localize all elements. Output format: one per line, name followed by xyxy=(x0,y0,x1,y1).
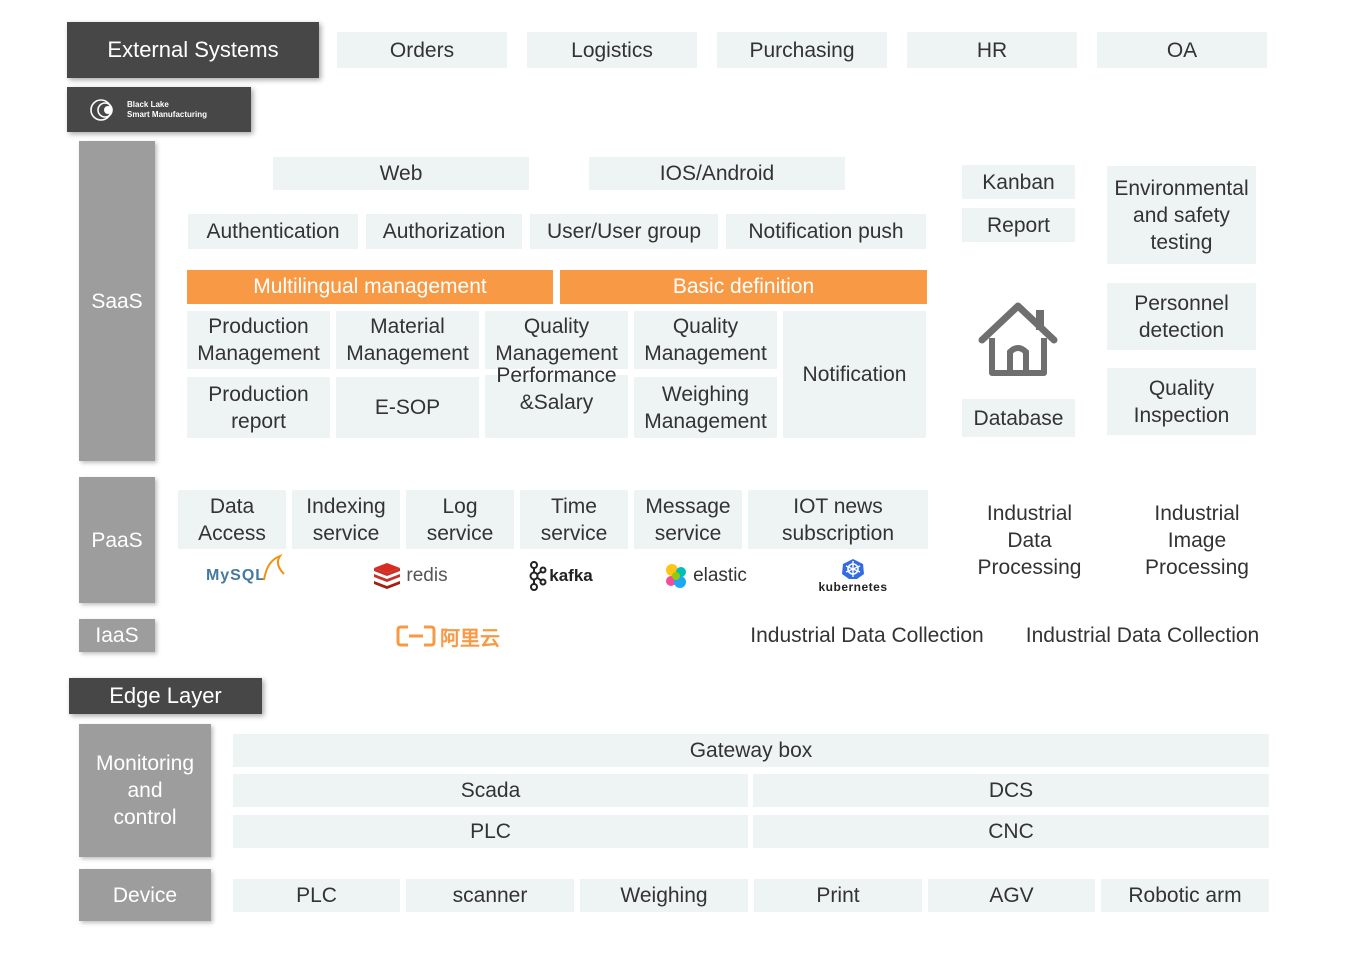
bar-basic-definition: Basic definition xyxy=(560,270,927,304)
service-authentication: Authentication xyxy=(188,214,358,249)
redis-logo: redis xyxy=(360,558,460,594)
quality-inspection: Quality Inspection xyxy=(1107,368,1256,435)
dolphin-icon xyxy=(263,554,285,581)
module-performance-salary: Performance &Salary xyxy=(496,364,617,414)
database-cell: Database xyxy=(962,399,1075,437)
external-hr: HR xyxy=(907,32,1077,68)
mysql-logo: MySQL xyxy=(196,554,296,596)
external-systems-label: External Systems xyxy=(67,22,319,78)
house-icon xyxy=(976,300,1060,380)
paas-label: PaaS xyxy=(79,477,155,603)
device-print: Print xyxy=(754,879,922,912)
saas-label: SaaS xyxy=(79,141,155,461)
service-notification-push: Notification push xyxy=(726,214,926,249)
brand-line-1: Black Lake xyxy=(127,99,169,109)
aliyun-icon xyxy=(396,625,436,647)
external-oa: OA xyxy=(1097,32,1267,68)
paas-iot-news-subscription: IOT news subscription xyxy=(748,490,928,549)
kafka-icon xyxy=(529,561,547,591)
paas-data-access: Data Access xyxy=(178,490,286,549)
personnel-detection: Personnel detection xyxy=(1107,283,1256,350)
module-material-management: Material Management xyxy=(336,311,479,369)
device-label: Device xyxy=(79,869,211,921)
scada-cell: Scada xyxy=(233,774,748,807)
industrial-data-collection-1: Industrial Data Collection xyxy=(750,624,984,647)
service-authorization: Authorization xyxy=(366,214,522,249)
module-quality-management-2: Quality Management xyxy=(634,311,777,369)
module-production-report: Production report xyxy=(187,377,330,438)
monitoring-control-label: Monitoring and control xyxy=(79,724,211,857)
kubernetes-icon xyxy=(842,559,864,579)
device-robotic-arm: Robotic arm xyxy=(1101,879,1269,912)
industrial-data-collection-2: Industrial Data Collection xyxy=(1025,624,1260,647)
redis-stack-icon xyxy=(374,563,401,589)
client-ios-android: IOS/Android xyxy=(589,157,845,190)
black-lake-logo-icon xyxy=(90,98,113,121)
industrial-image-processing: Industrial Image Processing xyxy=(1145,501,1249,579)
edge-layer-label: Edge Layer xyxy=(69,678,262,714)
module-production-management: Production Management xyxy=(187,311,330,369)
paas-indexing-service: Indexing service xyxy=(292,490,400,549)
brand-badge: Black Lake Smart Manufacturing xyxy=(67,87,251,132)
aliyun-logo: 阿里云 xyxy=(388,620,508,652)
industrial-data-processing: Industrial Data Processing xyxy=(977,501,1082,579)
client-web: Web xyxy=(273,157,529,190)
iaas-label: IaaS xyxy=(79,619,155,652)
device-scanner: scanner xyxy=(406,879,574,912)
gateway-box: Gateway box xyxy=(233,734,1269,767)
device-weighing: Weighing xyxy=(580,879,748,912)
plc-cell: PLC xyxy=(233,815,748,848)
module-esop: E-SOP xyxy=(336,377,479,438)
brand-line-2: Smart Manufacturing xyxy=(127,109,208,119)
elastic-icon xyxy=(666,564,687,588)
service-user-group: User/User group xyxy=(530,214,718,249)
module-notification: Notification xyxy=(783,311,926,438)
paas-time-service: Time service xyxy=(520,490,628,549)
external-orders: Orders xyxy=(337,32,507,68)
report-cell: Report xyxy=(962,208,1075,242)
external-logistics: Logistics xyxy=(527,32,697,68)
elastic-logo: elastic xyxy=(655,558,755,594)
paas-log-service: Log service xyxy=(406,490,514,549)
device-plc: PLC xyxy=(233,879,400,912)
environmental-safety-testing: Environmental and safety testing xyxy=(1107,166,1256,264)
external-purchasing: Purchasing xyxy=(717,32,887,68)
bar-multilingual-management: Multilingual management xyxy=(187,270,553,304)
kubernetes-logo: kubernetes xyxy=(808,556,898,596)
device-agv: AGV xyxy=(928,879,1095,912)
cnc-cell: CNC xyxy=(753,815,1269,848)
kafka-logo: kafka xyxy=(510,558,610,594)
dcs-cell: DCS xyxy=(753,774,1269,807)
kanban-cell: Kanban xyxy=(962,165,1075,199)
module-weighing-management: Weighing Management xyxy=(634,377,777,438)
paas-message-service: Message service xyxy=(634,490,742,549)
module-quality-management-1: Quality Management xyxy=(485,311,628,369)
